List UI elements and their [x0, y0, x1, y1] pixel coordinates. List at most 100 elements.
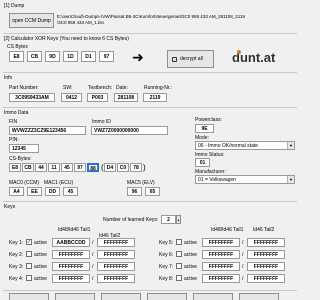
running-nr-label: Running-Nr.: — [144, 85, 173, 91]
key-tail1-field[interactable]: FFFFFFFF — [202, 238, 240, 247]
mac3-field[interactable]: 45 — [63, 187, 78, 196]
key-active-checkbox[interactable] — [26, 251, 32, 257]
bottom-button-4[interactable] — [147, 293, 187, 300]
mode-select[interactable]: 06 - Immo OK/normal state ▼ — [195, 141, 295, 150]
cs-byte-input[interactable]: D1 — [81, 51, 96, 62]
key-slash: / — [92, 252, 94, 258]
bottom-button-3[interactable] — [101, 293, 141, 300]
immo-cs-byte[interactable]: D4 — [104, 163, 116, 172]
mac5-field[interactable]: 96 — [127, 187, 142, 196]
sw-label: SW: — [63, 85, 73, 91]
mode-value: 06 - Immo OK/normal state — [198, 143, 259, 149]
dump-section-title: [1] Dump — [4, 3, 25, 9]
key-active-checkbox[interactable] — [176, 251, 182, 257]
mac5-label: MAC5 (ELV) — [127, 180, 155, 186]
learned-keys-field[interactable]: 2 — [161, 215, 176, 224]
info-section-title: Info — [4, 75, 13, 81]
dump-path-line2: \3C0 959 433 AM_1.bin — [57, 20, 105, 25]
immo-id-label: Immo ID — [92, 119, 111, 125]
date-field[interactable]: 281108 — [114, 93, 138, 102]
cs-byte-input[interactable]: 97 — [99, 51, 114, 62]
part-number-label: Part Number: — [9, 85, 39, 91]
key-active-checkbox[interactable] — [26, 263, 32, 269]
mac0-label: MAC0 (CCM) — [9, 180, 39, 186]
key-active-checkbox[interactable] — [176, 263, 182, 269]
bottom-button-6[interactable] — [239, 293, 279, 300]
immo-id-field[interactable]: VWZ7Z0000000000 — [91, 126, 168, 135]
immo-cs-byte[interactable]: 78 — [130, 163, 142, 172]
key-active-label: active — [184, 240, 198, 246]
cs-byte-input[interactable]: CB — [27, 51, 42, 62]
immo-cs-byte[interactable]: 88 — [87, 163, 99, 172]
key-tail2-field[interactable]: FFFFFFFF — [97, 262, 135, 271]
running-nr-field[interactable]: 2119 — [143, 93, 167, 102]
immo-cs-byte[interactable]: 44 — [35, 163, 47, 172]
key-tail1-field[interactable]: FFFFFFFF — [202, 250, 240, 259]
immo-cs-byte[interactable]: 97 — [74, 163, 86, 172]
manufacturer-value: 01 = Volkswagen — [198, 177, 236, 183]
decrypt-all-button[interactable]: decrypt all — [167, 50, 214, 68]
immo-cs-byte[interactable]: CB — [22, 163, 34, 172]
immo-cs-byte[interactable]: E8 — [9, 163, 21, 172]
immo-cs-byte[interactable]: 45 — [61, 163, 73, 172]
key-active-label: active — [34, 252, 48, 258]
key-label: Key 8: — [159, 276, 174, 282]
bottom-button-5[interactable] — [193, 293, 233, 300]
sw-field[interactable]: 0412 — [61, 93, 82, 102]
key-tail1-field[interactable]: AABBCCDD — [52, 238, 90, 247]
key-tail1-field[interactable]: FFFFFFFF — [52, 274, 90, 283]
key-tail2-field[interactable]: FFFFFFFF — [247, 274, 285, 283]
key-slash: / — [242, 276, 244, 282]
divider — [3, 201, 297, 202]
key-tail1-field[interactable]: FFFFFFFF — [202, 274, 240, 283]
bottom-button-1[interactable] — [9, 293, 49, 300]
key-label: Key 2: — [9, 252, 24, 258]
left-col-tail1: Id48/Id46 Tail1 — [58, 227, 91, 233]
key-slash: / — [92, 264, 94, 270]
paren-close: ) — [143, 163, 146, 172]
cs-byte-input[interactable]: E8 — [9, 51, 24, 62]
immo-cs-byte[interactable]: C0 — [117, 163, 129, 172]
key-active-checkbox[interactable] — [26, 275, 32, 281]
key-slash: / — [242, 240, 244, 246]
key-active-checkbox[interactable] — [176, 275, 182, 281]
decrypt-all-label: decrypt all — [180, 56, 203, 62]
key-active-label: active — [184, 264, 198, 270]
mac2-field[interactable]: DD — [45, 187, 60, 196]
key-label: Key 7: — [159, 264, 174, 270]
arrow-icon: ➜ — [132, 49, 144, 65]
key-tail1-field[interactable]: FFFFFFFF — [202, 262, 240, 271]
key-tail2-field[interactable]: FFFFFFFF — [247, 250, 285, 259]
manufacturer-select[interactable]: 01 = Volkswagen ▼ — [195, 175, 295, 184]
key-tail2-field[interactable]: FFFFFFFF — [97, 250, 135, 259]
fin-field[interactable]: WVWZZZ3CZ9E123456 — [9, 126, 86, 135]
key-active-checkbox[interactable]: ✓ — [26, 239, 32, 245]
key-label: Key 4: — [9, 276, 24, 282]
part-number-field[interactable]: 3C0959433AM — [9, 93, 55, 102]
key-active-label: active — [34, 264, 48, 270]
immo-status-field[interactable]: 01 — [195, 158, 210, 167]
key-tail2-field[interactable]: FFFFFFFF — [97, 274, 135, 283]
key-tail2-field[interactable]: FFFFFFFF — [247, 238, 285, 247]
pin-field[interactable]: 12345 — [9, 144, 39, 153]
key-tail2-field[interactable]: FFFFFFFF — [247, 262, 285, 271]
key-active-checkbox[interactable] — [176, 239, 182, 245]
mac1-field[interactable]: EE — [27, 187, 42, 196]
key-tail2-field[interactable]: FFFFFFFF — [97, 238, 135, 247]
cs-byte-input[interactable]: 9D — [45, 51, 60, 62]
bottom-button-2[interactable] — [55, 293, 95, 300]
immo-cs-byte[interactable]: 11 — [48, 163, 60, 172]
testbench-field[interactable]: P003 — [87, 93, 108, 102]
powerclass-field[interactable]: 9E — [195, 124, 214, 133]
mac6-field[interactable]: 65 — [145, 187, 160, 196]
key-tail1-field[interactable]: FFFFFFFF — [52, 262, 90, 271]
key-tail1-field[interactable]: FFFFFFFF — [52, 250, 90, 259]
open-dump-button[interactable]: open CCM Dump — [9, 13, 54, 28]
learned-keys-spinner[interactable]: ▲ — [176, 215, 181, 224]
key-slash: / — [242, 264, 244, 270]
testbench-label: Testbench: — [88, 85, 113, 91]
right-col-tail1: Id48/Id46 Tail1 — [211, 227, 244, 233]
right-col-tail2: Id46 Tail2 — [253, 227, 275, 233]
mac0-field[interactable]: A4 — [9, 187, 24, 196]
cs-byte-input[interactable]: 1D — [63, 51, 78, 62]
